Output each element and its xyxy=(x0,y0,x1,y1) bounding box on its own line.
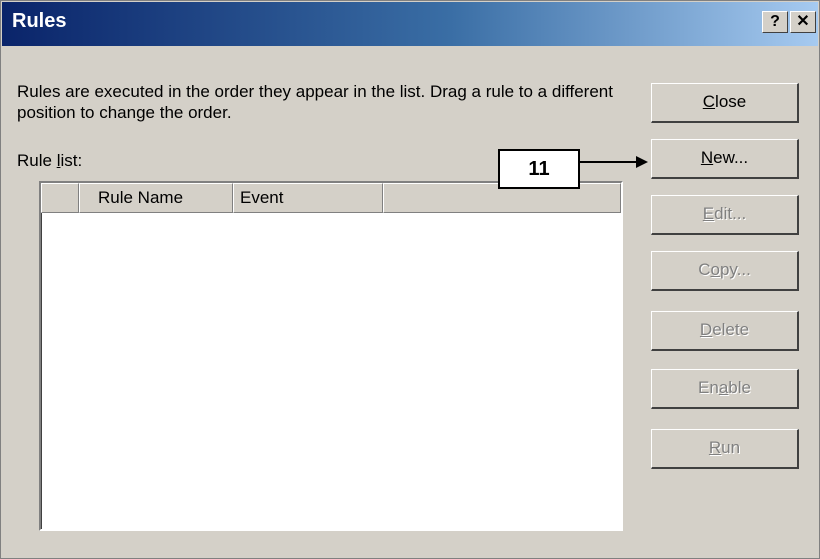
close-window-button[interactable]: ✕ xyxy=(790,11,816,33)
rule-list[interactable]: Rule Name Event xyxy=(39,181,623,531)
rule-list-label: Rule list: xyxy=(17,151,83,170)
window-title: Rules xyxy=(12,10,67,32)
new-button[interactable]: New... xyxy=(651,139,799,179)
delete-button[interactable]: Delete xyxy=(651,311,799,351)
edit-button[interactable]: Edit... xyxy=(651,195,799,235)
copy-button[interactable]: Copy... xyxy=(651,251,799,291)
callout-label: 11 xyxy=(498,149,580,189)
run-button[interactable]: Run xyxy=(651,429,799,469)
description-text: Rules are executed in the order they app… xyxy=(17,82,613,122)
column-header-event[interactable]: Event xyxy=(233,183,383,213)
column-header-blank[interactable] xyxy=(41,183,79,213)
rules-dialog: Rules ? ✕ Rules are executed in the orde… xyxy=(0,0,820,559)
title-bar[interactable]: Rules ? ✕ xyxy=(2,2,818,46)
help-button[interactable]: ? xyxy=(762,11,788,33)
enable-button[interactable]: Enable xyxy=(651,369,799,409)
close-button[interactable]: Close xyxy=(651,83,799,123)
column-header-rule-name[interactable]: Rule Name xyxy=(79,183,233,213)
callout-arrow-icon xyxy=(580,156,648,168)
